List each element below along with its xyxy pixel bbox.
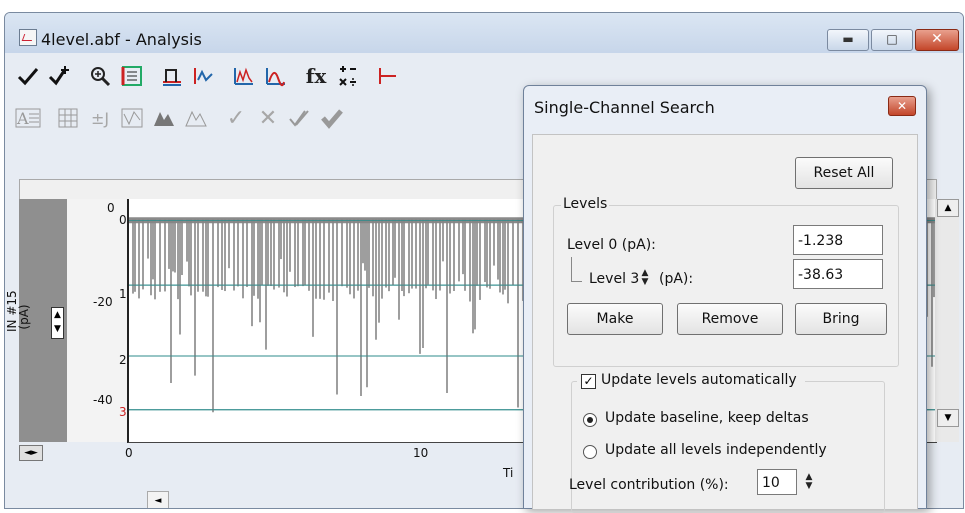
close-button[interactable]: ✕ — [915, 29, 959, 51]
histogram-overlay-icon[interactable] — [261, 61, 291, 91]
dialog-body: Reset All Levels Level 0 (pA): -1.238 Le… — [532, 134, 918, 513]
plus-minus-icon[interactable]: ±J — [85, 103, 115, 133]
y-tick-0: 0 — [107, 201, 115, 215]
baseline-icon[interactable] — [157, 61, 187, 91]
title-bar[interactable]: 4level.abf - Analysis ▬ □ ✕ — [5, 13, 963, 53]
check-icon[interactable] — [13, 61, 43, 91]
fit-icon[interactable] — [117, 61, 147, 91]
x-tick-0: 0 — [125, 446, 133, 460]
minimize-icon: ▬ — [842, 32, 854, 46]
reject-glyph: ✕ — [258, 105, 278, 131]
level-mark-1: 1 — [119, 287, 127, 301]
level-tree-line — [571, 257, 582, 282]
accept-icon[interactable]: ✓ — [221, 103, 251, 133]
x-tick-10: 10 — [413, 446, 429, 460]
toolbar-secondary: A ±J ✓ ✕ — [13, 99, 349, 137]
signal-icon[interactable] — [373, 61, 403, 91]
level3-unit: (pA): — [659, 271, 694, 287]
zoom-in-icon[interactable] — [85, 61, 115, 91]
scroll-down-button[interactable]: ▼ — [937, 409, 959, 427]
app-icon — [19, 29, 37, 46]
y-axis: 0 -20 -40 0 1 2 3 — [67, 199, 127, 442]
contribution-spinner[interactable]: ▲ ▼ — [803, 471, 815, 493]
accept-glyph: ✓ — [226, 105, 246, 131]
channel-label-bar: IN #15 (pA) ▲ ▼ — [5, 199, 67, 442]
update-auto-checkbox[interactable]: ✓ — [581, 374, 596, 389]
close-icon: ✕ — [931, 31, 943, 47]
reset-all-button[interactable]: Reset All — [795, 157, 893, 189]
svg-text:A: A — [16, 109, 29, 128]
peak-outline-icon[interactable] — [181, 103, 211, 133]
radio-update-independent-label: Update all levels independently — [605, 442, 827, 458]
hscroll-left-button[interactable]: ◄ — [147, 491, 169, 508]
update-auto-row: ✓ Update levels automatically — [577, 371, 805, 391]
curve-icon[interactable] — [117, 103, 147, 133]
table-icon[interactable] — [53, 103, 83, 133]
channel-spinner[interactable]: ▲ ▼ — [51, 307, 64, 339]
level3-spinner[interactable]: ▲ ▼ — [639, 267, 651, 289]
radio-update-baseline[interactable] — [583, 413, 597, 427]
toolbar-main: fx — [13, 57, 405, 95]
level-mark-0: 0 — [119, 213, 127, 227]
radio-update-independent[interactable] — [583, 445, 597, 459]
arithmetic-icon[interactable] — [333, 61, 363, 91]
contribution-field[interactable]: 10 — [757, 469, 797, 495]
level-mark-3: 3 — [119, 405, 127, 419]
level0-label: Level 0 (pA): — [567, 237, 656, 253]
make-button[interactable]: Make — [567, 303, 663, 335]
y-tick-20: -20 — [93, 295, 113, 309]
scroll-up-button[interactable]: ▲ — [937, 199, 959, 217]
dialog-close-button[interactable]: ✕ — [888, 96, 916, 116]
remove-button[interactable]: Remove — [677, 303, 783, 335]
radio-update-baseline-label: Update baseline, keep deltas — [605, 410, 809, 426]
dialog-title: Single-Channel Search — [534, 98, 715, 117]
function-icon[interactable]: fx — [301, 61, 331, 91]
single-channel-search-dialog: Single-Channel Search ✕ Reset All Levels… — [523, 85, 927, 513]
function-label: fx — [305, 64, 327, 88]
vertical-scrollbar[interactable]: ▲ ▼ — [935, 199, 959, 442]
peak-icon[interactable] — [149, 103, 179, 133]
update-auto-label: Update levels automatically — [601, 372, 797, 388]
level3-label: Level 3 — [589, 271, 640, 287]
level-mark-2: 2 — [119, 353, 127, 367]
levels-group-label: Levels — [561, 196, 610, 212]
contribution-label: Level contribution (%): — [569, 477, 729, 493]
text-edit-icon[interactable]: A — [13, 103, 43, 133]
bring-button[interactable]: Bring — [795, 303, 887, 335]
x-axis-label: Ti — [503, 466, 514, 480]
cursor-adjust-icon[interactable] — [189, 61, 219, 91]
accept-mark-icon[interactable] — [317, 103, 347, 133]
level3-field[interactable]: -38.63 — [793, 259, 883, 289]
y-tick-40: -40 — [93, 393, 113, 407]
accept-all-icon[interactable] — [285, 103, 315, 133]
maximize-button[interactable]: □ — [871, 29, 913, 51]
reject-icon[interactable]: ✕ — [253, 103, 283, 133]
window-title: 4level.abf - Analysis — [41, 30, 202, 49]
level0-field[interactable]: -1.238 — [793, 225, 883, 255]
check-plus-icon[interactable] — [45, 61, 75, 91]
x-scale-arrows[interactable]: ◄► — [19, 445, 43, 461]
histogram-icon[interactable] — [229, 61, 259, 91]
minimize-button[interactable]: ▬ — [827, 29, 869, 51]
maximize-icon: □ — [886, 32, 898, 46]
